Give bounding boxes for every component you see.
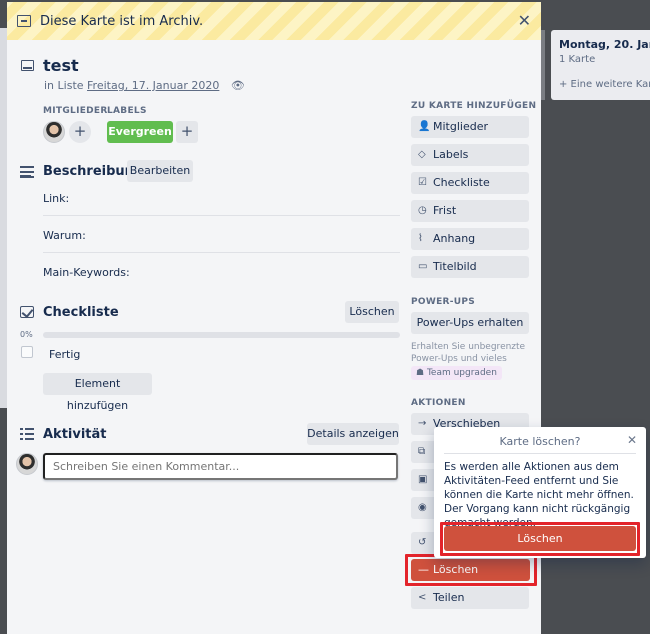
close-icon[interactable]: ✕ <box>627 433 637 447</box>
actions-heading: AKTIONEN <box>411 398 466 408</box>
edit-description-button[interactable]: Bearbeiten <box>127 160 193 182</box>
avatar[interactable] <box>43 121 65 143</box>
sidebar-members-button[interactable]: 👤 Mitglieder <box>411 116 529 138</box>
team-icon: ☗ <box>416 368 425 378</box>
show-details-button[interactable]: Details anzeigen <box>307 423 399 445</box>
team-upgrade-link[interactable]: ☗ Team upgraden <box>411 366 502 380</box>
eye-icon[interactable]: 👁 <box>231 79 245 92</box>
board-list-count: 1 Karte <box>559 54 596 65</box>
powerups-heading: POWER-UPS <box>411 297 476 307</box>
activity-icon <box>20 428 34 440</box>
share-icon: < <box>418 592 427 603</box>
description-divider <box>43 215 400 216</box>
description-line-keywords: Main-Keywords: <box>43 266 130 279</box>
checklist-progress-bar <box>43 332 400 338</box>
activity-title: Aktivität <box>43 427 107 442</box>
add-member-button[interactable]: + <box>69 121 91 143</box>
copy-icon: ⧉ <box>418 446 426 457</box>
card-icon <box>21 60 34 71</box>
person-icon: 👤 <box>418 121 431 132</box>
add-checklist-item-button[interactable]: Element hinzufügen <box>43 373 152 412</box>
delete-card-popover: Karte löschen? ✕ Es werden alle Aktionen… <box>434 427 646 558</box>
eye-icon: ◉ <box>418 502 427 513</box>
minus-icon: — <box>418 563 429 576</box>
close-icon[interactable]: ✕ <box>518 11 531 30</box>
confirm-delete-button[interactable]: Löschen <box>444 526 636 551</box>
template-icon: ▣ <box>418 474 428 485</box>
arrow-right-icon: → <box>418 418 427 429</box>
checklist-icon <box>20 306 34 318</box>
list-name-link[interactable]: Freitag, 17. Januar 2020 <box>87 79 219 92</box>
get-powerups-button[interactable]: Power-Ups erhalten <box>411 312 529 334</box>
label-evergreen[interactable]: Evergreen <box>107 121 173 143</box>
sidebar-attachment-button[interactable]: ⌇ Anhang <box>411 228 529 250</box>
add-to-card-heading: ZU KARTE HINZUFÜGEN <box>411 101 537 111</box>
labels-label: LABELS <box>107 106 147 116</box>
archive-banner: Diese Karte ist im Archiv. <box>7 2 541 40</box>
card-title[interactable]: test <box>43 56 79 75</box>
clock-icon: ◷ <box>418 205 427 216</box>
delete-checklist-button[interactable]: Löschen <box>345 301 399 323</box>
checklist-item-checkbox[interactable] <box>21 346 33 358</box>
undo-icon: ↺ <box>418 537 427 548</box>
popover-warning-text: Es werden alle Aktionen aus dem Aktivitä… <box>444 461 634 529</box>
comment-input[interactable] <box>43 453 398 480</box>
sidebar-labels-button[interactable]: ◇ Labels <box>411 144 529 166</box>
checklist-title[interactable]: Checkliste <box>43 305 119 320</box>
add-label-button[interactable]: + <box>176 121 198 143</box>
cover-icon: ▭ <box>418 261 428 272</box>
description-line-warum: Warum: <box>43 229 86 242</box>
members-label: MITGLIEDER <box>43 106 108 116</box>
board-list-title: Montag, 20. Januar <box>559 38 650 51</box>
popover-divider <box>444 453 636 454</box>
board-list-edge <box>541 30 545 100</box>
sidebar-share-button[interactable]: < Teilen <box>411 587 529 609</box>
board-list-monday[interactable]: Montag, 20. Januar 1 Karte + Eine weiter… <box>551 30 650 100</box>
archive-banner-text: Diese Karte ist im Archiv. <box>40 13 204 29</box>
description-line-link: Link: <box>43 192 70 205</box>
in-list-info: in Liste Freitag, 17. Januar 2020 👁 <box>44 79 245 92</box>
sidebar-delete-button[interactable]: — Löschen <box>411 559 530 581</box>
in-list-prefix: in Liste <box>44 79 84 92</box>
checklist-icon: ☑ <box>418 177 427 188</box>
description-icon <box>20 166 34 178</box>
popover-title: Karte löschen? <box>499 435 581 448</box>
tag-icon: ◇ <box>418 149 426 160</box>
description-divider <box>43 252 400 253</box>
sidebar-checklist-button[interactable]: ☑ Checkliste <box>411 172 529 194</box>
archive-icon <box>17 15 31 27</box>
sidebar-due-date-button[interactable]: ◷ Frist <box>411 200 529 222</box>
comment-avatar <box>16 453 38 475</box>
sidebar-cover-button[interactable]: ▭ Titelbild <box>411 256 529 278</box>
checklist-progress-percent: 0% <box>20 330 33 339</box>
paperclip-icon: ⌇ <box>418 233 423 244</box>
checklist-item-text[interactable]: Fertig <box>49 348 80 361</box>
board-list-add-card[interactable]: + Eine weitere Karte <box>559 79 650 90</box>
